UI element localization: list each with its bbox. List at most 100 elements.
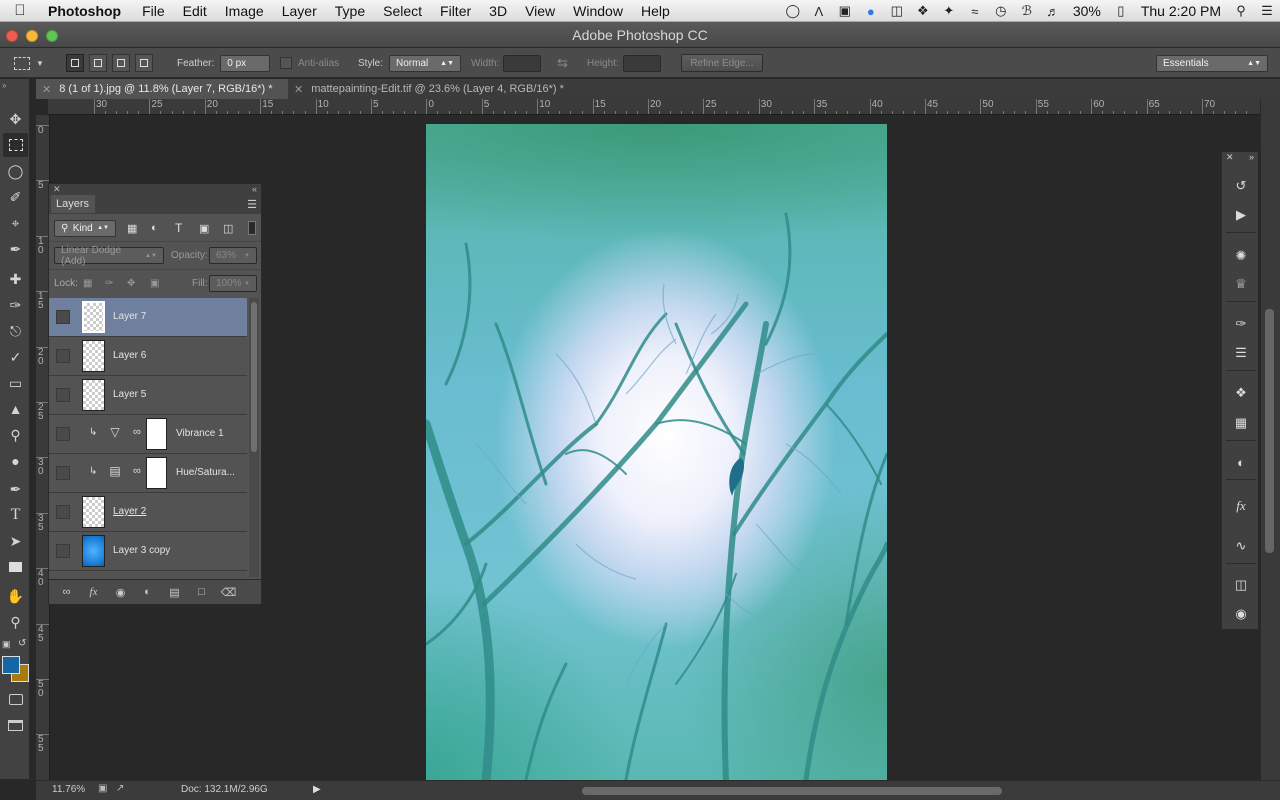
canvas-horizontal-scrollbar[interactable]: [582, 787, 1002, 795]
healing-icon[interactable]: ✚: [3, 267, 28, 291]
refine-edge-button[interactable]: Refine Edge...: [681, 54, 763, 72]
link-layers-icon[interactable]: ∞: [53, 586, 80, 598]
path-select-icon[interactable]: ➤: [3, 529, 28, 553]
panel-menu-icon[interactable]: ☰: [247, 198, 257, 211]
layer-mask-thumbnail[interactable]: [146, 418, 167, 450]
marquee-icon[interactable]: [3, 133, 28, 157]
layer-name[interactable]: Layer 3 copy: [113, 545, 170, 556]
visibility-toggle[interactable]: [56, 505, 70, 519]
crop-icon[interactable]: ⌖: [3, 211, 28, 235]
canvas-vertical-scrollbar[interactable]: [1261, 99, 1280, 780]
clock[interactable]: Thu 2:20 PM: [1134, 3, 1228, 19]
tools-icon[interactable]: ✦: [936, 3, 962, 19]
shape-icon[interactable]: [3, 555, 28, 579]
layer-name[interactable]: Layer 2: [113, 506, 146, 517]
screen-mode-icon[interactable]: [3, 713, 28, 737]
new-adjustment-icon[interactable]: ◐: [134, 586, 161, 598]
clone-source-icon[interactable]: ♕: [1228, 272, 1254, 296]
fill-input[interactable]: 100% ▼: [209, 275, 257, 292]
tab-layers[interactable]: Layers: [51, 195, 95, 213]
scrollbar-thumb[interactable]: [251, 302, 257, 452]
intersect-selection-button[interactable]: [135, 54, 153, 72]
visibility-toggle[interactable]: [56, 466, 70, 480]
height-input[interactable]: [622, 54, 661, 72]
collapse-panel-icon[interactable]: «: [252, 184, 257, 194]
visibility-toggle[interactable]: [56, 349, 70, 363]
lock-transparent-icon[interactable]: ▦: [83, 278, 92, 289]
zoom-small-icon[interactable]: ●: [3, 449, 28, 473]
lock-position-icon[interactable]: ✥: [127, 278, 135, 289]
workspace-select[interactable]: Essentials ▲▼: [1156, 54, 1268, 72]
menu-view[interactable]: View: [516, 3, 564, 19]
chat-icon[interactable]: ▣: [832, 3, 858, 19]
visibility-toggle[interactable]: [56, 427, 70, 441]
menu-file[interactable]: File: [133, 3, 174, 19]
eyedropper-icon[interactable]: ✒: [3, 237, 28, 261]
hand-icon[interactable]: ✋: [3, 584, 28, 608]
time-machine-icon[interactable]: ◷: [988, 3, 1014, 19]
layer-name[interactable]: Vibrance 1: [176, 428, 224, 439]
expand-dock-icon[interactable]: »: [1249, 152, 1254, 162]
styles-icon[interactable]: ▦: [1228, 411, 1254, 435]
add-mask-icon[interactable]: ◉: [107, 586, 134, 599]
layer-row-hue-saturation[interactable]: ↳ ▤ ∞ Hue/Satura...: [49, 454, 247, 493]
properties-icon[interactable]: fx: [1228, 494, 1254, 518]
menu-help[interactable]: Help: [632, 3, 679, 19]
move-icon[interactable]: ✥: [3, 107, 28, 131]
visibility-toggle[interactable]: [56, 388, 70, 402]
menu-image[interactable]: Image: [216, 3, 273, 19]
layer-mask-thumbnail[interactable]: [146, 457, 167, 489]
camera-icon[interactable]: ▣: [98, 783, 107, 794]
3d-icon[interactable]: ◉: [1228, 602, 1254, 626]
swap-dimensions-icon[interactable]: ⇆: [557, 48, 568, 78]
document-image[interactable]: [426, 124, 887, 780]
quick-mask-icon[interactable]: [3, 687, 28, 711]
battery-percent[interactable]: 30%: [1066, 3, 1108, 19]
layer-name[interactable]: Hue/Satura...: [176, 467, 235, 478]
expand-panel-icon[interactable]: »: [2, 81, 6, 90]
new-selection-button[interactable]: [66, 54, 84, 72]
visibility-toggle[interactable]: [56, 544, 70, 558]
visibility-toggle[interactable]: [56, 310, 70, 324]
quick-select-icon[interactable]: ✐: [3, 185, 28, 209]
filter-pixel-icon[interactable]: ▦: [127, 222, 137, 235]
foreground-color-swatch[interactable]: [2, 656, 20, 674]
blend-mode-select[interactable]: Linear Dodge (Add) ▲▼: [54, 245, 164, 267]
share-icon[interactable]: ↗: [116, 783, 124, 794]
battery-icon[interactable]: ▯: [1108, 3, 1134, 19]
menu-select[interactable]: Select: [374, 3, 431, 19]
spotlight-icon[interactable]: ⚲: [1228, 3, 1254, 19]
paths-icon[interactable]: ∿: [1228, 534, 1254, 558]
layer-row-layer-7[interactable]: Layer 7: [49, 298, 247, 337]
new-group-icon[interactable]: ▤: [161, 586, 188, 599]
add-selection-button[interactable]: [89, 54, 107, 72]
eraser-icon[interactable]: ▭: [3, 371, 28, 395]
filter-kind-select[interactable]: ⚲ Kind ▲▼: [54, 219, 116, 237]
opacity-input[interactable]: 63% ▼: [209, 247, 257, 264]
airplay-icon[interactable]: ◯: [780, 3, 806, 19]
scrollbar-thumb[interactable]: [1265, 309, 1274, 553]
layer-row-vibrance-1[interactable]: ↳ ▽ ∞ Vibrance 1: [49, 415, 247, 454]
color-icon[interactable]: ◐: [1228, 450, 1254, 474]
actions-icon[interactable]: ▶: [1228, 203, 1254, 227]
lasso-icon[interactable]: ◯: [3, 159, 28, 183]
close-tab-icon[interactable]: ✕: [294, 83, 303, 96]
type-icon[interactable]: T: [3, 503, 28, 527]
menu-layer[interactable]: Layer: [273, 3, 326, 19]
wifi-icon[interactable]: ≈: [962, 4, 988, 19]
zoom-level[interactable]: 11.76%: [52, 784, 85, 795]
layer-row-layer-3-copy[interactable]: Layer 3 copy: [49, 532, 247, 571]
history-icon[interactable]: ↺: [1228, 174, 1254, 198]
layer-name[interactable]: Layer 7: [113, 311, 146, 322]
swatches-icon[interactable]: ❖: [1228, 381, 1254, 405]
swap-colors-icon[interactable]: ↺: [18, 638, 26, 649]
fx-icon[interactable]: fx: [80, 586, 107, 598]
delete-layer-icon[interactable]: ⌫: [215, 586, 242, 599]
menu-3d[interactable]: 3D: [480, 3, 516, 19]
close-tab-icon[interactable]: ✕: [42, 83, 51, 96]
bluetooth-icon[interactable]: ℬ: [1014, 3, 1040, 19]
network-icon[interactable]: ❖: [910, 3, 936, 19]
volume-icon[interactable]: ♬: [1040, 4, 1066, 19]
layer-name[interactable]: Layer 5: [113, 389, 146, 400]
notification-center-icon[interactable]: ☰: [1254, 3, 1280, 19]
